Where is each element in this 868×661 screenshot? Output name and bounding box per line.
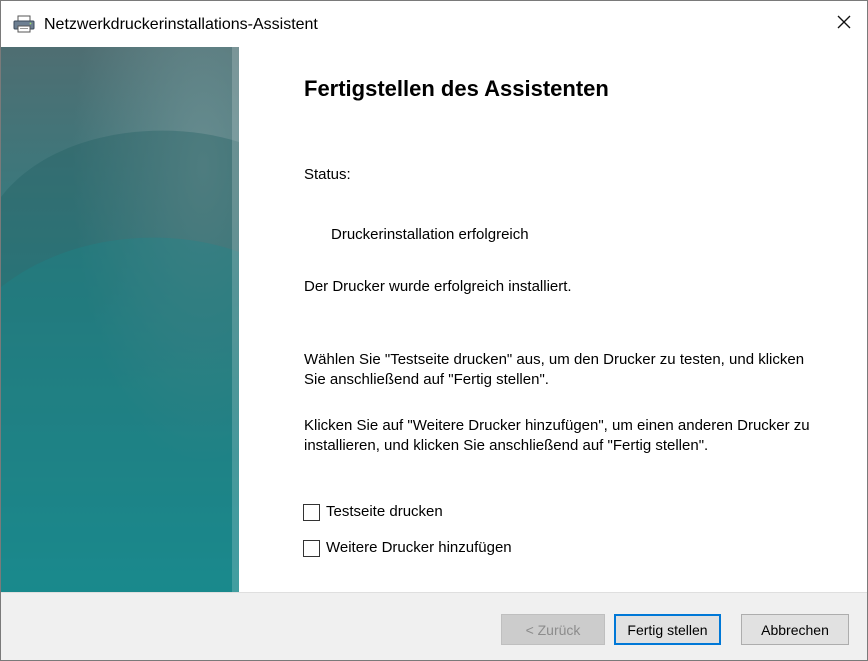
wizard-content: Fertigstellen des Assistenten Status: Dr… (239, 47, 867, 592)
window-title: Netzwerkdruckerinstallations-Assistent (44, 16, 318, 33)
back-button[interactable]: < Zurück (501, 614, 605, 645)
wizard-window: Netzwerkdruckerinstallations-Assistent F… (0, 0, 868, 661)
cancel-button[interactable]: Abbrechen (741, 614, 849, 645)
close-button[interactable] (821, 1, 867, 47)
title-bar: Netzwerkdruckerinstallations-Assistent (1, 1, 867, 47)
checkbox-label: Weitere Drucker hinzufügen (326, 539, 512, 556)
close-icon (835, 13, 853, 36)
status-value: Druckerinstallation erfolgreich (331, 226, 529, 243)
finish-button[interactable]: Fertig stellen (614, 614, 721, 645)
page-title: Fertigstellen des Assistenten (304, 76, 609, 101)
print-test-page-checkbox[interactable]: Testseite drucken (303, 502, 443, 522)
installed-message: Der Drucker wurde erfolgreich installier… (304, 278, 572, 295)
instruction-add-printer: Klicken Sie auf "Weitere Drucker hinzufü… (304, 417, 810, 454)
status-label: Status: (304, 166, 351, 183)
wizard-sidebar-graphic (1, 47, 239, 592)
button-bar: < Zurück Fertig stellen Abbrechen (1, 592, 867, 660)
checkbox-label: Testseite drucken (326, 503, 443, 520)
checkbox-box[interactable] (303, 503, 320, 521)
add-more-printers-checkbox[interactable]: Weitere Drucker hinzufügen (303, 538, 512, 558)
checkbox-box[interactable] (303, 539, 320, 557)
instruction-test-page: Wählen Sie "Testseite drucken" aus, um d… (304, 351, 805, 388)
printer-icon (13, 15, 35, 33)
